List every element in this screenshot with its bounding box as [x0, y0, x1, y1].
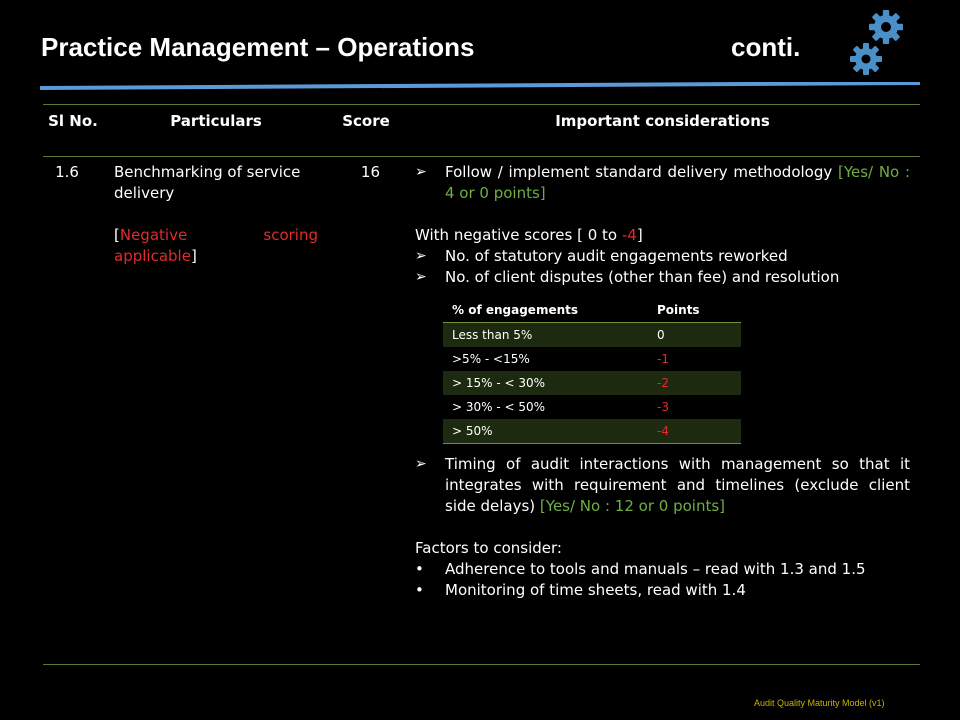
- factor-text: Monitoring of time sheets, read with 1.4: [445, 581, 746, 599]
- factors-title: Factors to consider:: [415, 539, 562, 557]
- consideration-text: No. of statutory audit engagements rewor…: [445, 247, 788, 265]
- arrow-bullet-icon: ➢: [415, 456, 427, 472]
- gear-icon: [850, 10, 903, 75]
- dot-bullet-icon: •: [415, 560, 424, 578]
- arrow-bullet-icon: ➢: [415, 164, 427, 180]
- page-title-suffix: conti.: [731, 32, 801, 62]
- factor-text: Adherence to tools and manuals – read wi…: [445, 560, 866, 578]
- negative-scores-line: With negative scores [ 0 to -4]: [415, 225, 910, 246]
- points-header-cell: % of engagements: [443, 298, 648, 323]
- row-sl-no: 1.6: [55, 163, 79, 181]
- points-range-cell: > 30% - < 50%: [443, 395, 648, 419]
- points-value-cell: -1: [648, 347, 741, 371]
- footer-text: Audit Quality Maturity Model (v1): [754, 698, 885, 708]
- points-range-cell: > 50%: [443, 419, 648, 444]
- negative-scores-value: -4: [621, 226, 637, 244]
- negative-note-text: Negative scoring applicable: [114, 226, 318, 265]
- header-sl-no: Sl No.: [48, 112, 98, 130]
- points-header-cell: Points: [648, 298, 741, 323]
- points-range-cell: Less than 5%: [443, 322, 648, 347]
- table-header-rule: [43, 156, 920, 157]
- points-value-cell: -3: [648, 395, 741, 419]
- page-title: Practice Management – Operations: [41, 32, 475, 62]
- arrow-bullet-icon: ➢: [415, 269, 427, 285]
- consideration-text: No. of client disputes (other than fee) …: [445, 268, 840, 286]
- header-particulars: Particulars: [170, 112, 262, 130]
- header-score: Score: [342, 112, 390, 130]
- points-value-cell: -4: [648, 419, 741, 444]
- table-top-rule: [43, 104, 920, 105]
- table-row: Less than 5% 0: [443, 322, 741, 347]
- points-table: % of engagements Points Less than 5% 0 >…: [443, 298, 741, 444]
- table-row: > 15% - < 30% -2: [443, 371, 741, 395]
- consideration-points: [Yes/ No : 12 or 0 points]: [539, 497, 725, 515]
- consideration-text: Follow / implement standard delivery met…: [445, 163, 838, 181]
- points-range-cell: > 15% - < 30%: [443, 371, 648, 395]
- row-considerations: ➢ Follow / implement standard delivery m…: [415, 162, 910, 601]
- table-row: > 30% - < 50% -3: [443, 395, 741, 419]
- negative-scores-post: ]: [636, 226, 643, 244]
- table-row: > 50% -4: [443, 419, 741, 444]
- factor-item: • Adherence to tools and manuals – read …: [415, 559, 910, 580]
- points-value-cell: 0: [648, 322, 741, 347]
- dot-bullet-icon: •: [415, 581, 424, 599]
- header-considerations: Important considerations: [555, 112, 770, 130]
- negative-note-close: ]: [190, 247, 197, 265]
- title-underline: [40, 82, 920, 90]
- table-row: >5% - <15% -1: [443, 347, 741, 371]
- consideration-item: ➢ Timing of audit interactions with mana…: [415, 454, 910, 517]
- row-particulars: Benchmarking of service delivery [Negati…: [114, 162, 318, 267]
- table-bottom-rule: [43, 664, 920, 665]
- consideration-item: ➢ No. of client disputes (other than fee…: [415, 267, 910, 288]
- particulars-text: Benchmarking of service delivery: [114, 163, 301, 202]
- points-table-header: % of engagements Points: [443, 298, 741, 323]
- points-value-cell: -2: [648, 371, 741, 395]
- consideration-item: ➢ No. of statutory audit engagements rew…: [415, 246, 910, 267]
- factor-item: • Monitoring of time sheets, read with 1…: [415, 580, 910, 601]
- negative-scores-pre: With negative scores [ 0 to: [415, 226, 622, 244]
- negative-note: [Negative scoring applicable]: [114, 225, 318, 267]
- points-range-cell: >5% - <15%: [443, 347, 648, 371]
- arrow-bullet-icon: ➢: [415, 248, 427, 264]
- consideration-item: ➢ Follow / implement standard delivery m…: [415, 162, 910, 204]
- row-score: 16: [360, 163, 380, 181]
